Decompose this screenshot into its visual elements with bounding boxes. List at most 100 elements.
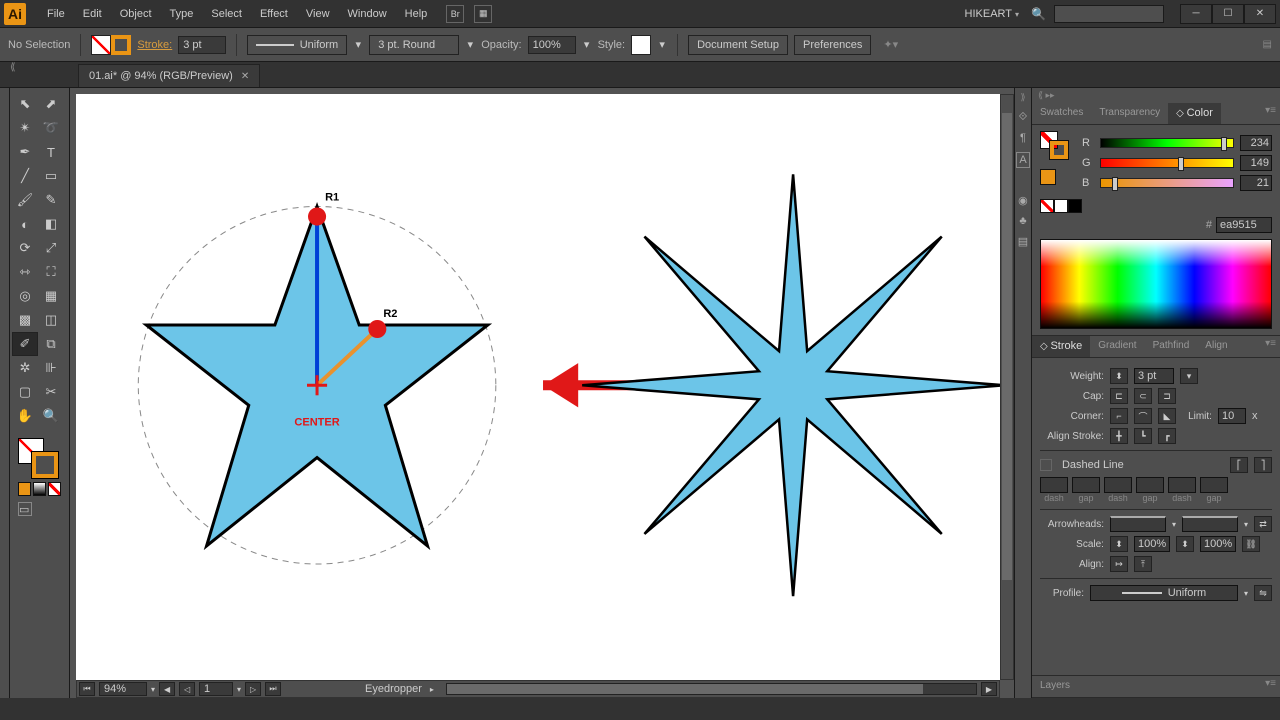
slice-tool[interactable]: ✂ bbox=[38, 380, 64, 404]
menu-type[interactable]: Type bbox=[161, 8, 203, 20]
dash3-input[interactable] bbox=[1168, 477, 1196, 493]
maximize-button[interactable]: ☐ bbox=[1212, 4, 1244, 24]
shape-builder-tool[interactable]: ◎ bbox=[12, 284, 38, 308]
menu-effect[interactable]: Effect bbox=[251, 8, 297, 20]
last-artboard-button[interactable]: ⏭ bbox=[265, 682, 281, 696]
hand-tool[interactable]: ✋ bbox=[12, 404, 38, 428]
link-scale-button[interactable]: ⛓ bbox=[1242, 536, 1260, 552]
menu-window[interactable]: Window bbox=[339, 8, 396, 20]
arrow-scale2-input[interactable] bbox=[1200, 536, 1236, 552]
selection-tool[interactable]: ⬉ bbox=[12, 92, 38, 116]
scale-tool[interactable]: ⤢ bbox=[38, 236, 64, 260]
magic-wand-tool[interactable]: ✴ bbox=[12, 116, 38, 140]
layers-tab[interactable]: Layers bbox=[1032, 676, 1078, 697]
eraser-tool[interactable]: ◧ bbox=[38, 212, 64, 236]
menu-view[interactable]: View bbox=[297, 8, 339, 20]
line-tool[interactable]: ╱ bbox=[12, 164, 38, 188]
zoom-field[interactable] bbox=[99, 682, 147, 696]
rectangle-tool[interactable]: ▭ bbox=[38, 164, 64, 188]
style-swatch[interactable] bbox=[631, 35, 651, 55]
left-dock-handle[interactable] bbox=[0, 88, 10, 698]
artboard-number-field[interactable] bbox=[199, 682, 233, 696]
paragraph-panel-icon[interactable]: ¶ bbox=[1020, 132, 1026, 144]
swap-arrows-button[interactable]: ⇄ bbox=[1254, 516, 1272, 532]
scroll-right-button[interactable]: ▶ bbox=[981, 682, 997, 696]
lasso-tool[interactable]: ➰ bbox=[38, 116, 64, 140]
paintbrush-tool[interactable]: 🖌 bbox=[12, 188, 38, 212]
zoom-tool[interactable]: 🔍 bbox=[38, 404, 64, 428]
dash-align-1[interactable]: ⎡ bbox=[1230, 457, 1248, 473]
next-artboard-button[interactable]: ▷ bbox=[245, 682, 261, 696]
panel-active-color[interactable] bbox=[1040, 169, 1056, 185]
pen-tool[interactable]: ✒ bbox=[12, 140, 38, 164]
menu-help[interactable]: Help bbox=[396, 8, 437, 20]
brush-select[interactable]: Uniform bbox=[247, 35, 347, 55]
menu-edit[interactable]: Edit bbox=[74, 8, 111, 20]
collapse-dock-icon[interactable]: ⟪ ▸▸ bbox=[1032, 88, 1280, 103]
pencil-tool[interactable]: ✎ bbox=[38, 188, 64, 212]
scale1-stepper[interactable]: ⬍ bbox=[1110, 536, 1128, 552]
stroke-weight-input[interactable] bbox=[178, 36, 226, 54]
g-slider[interactable] bbox=[1100, 158, 1234, 168]
color-panel-menu-icon[interactable]: ▾≡ bbox=[1261, 103, 1280, 124]
screen-mode-button[interactable]: ▭ bbox=[18, 502, 32, 516]
dashed-checkbox[interactable] bbox=[1040, 459, 1052, 471]
none-mode-button[interactable] bbox=[48, 482, 61, 496]
none-swatch[interactable] bbox=[1040, 199, 1054, 213]
width-profile-select[interactable]: 3 pt. Round bbox=[369, 35, 459, 55]
menu-object[interactable]: Object bbox=[111, 8, 161, 20]
user-menu[interactable]: HIKEART bbox=[965, 8, 1024, 20]
stroke-swatch[interactable] bbox=[32, 452, 58, 478]
gap2-input[interactable] bbox=[1136, 477, 1164, 493]
arrow-start-select[interactable] bbox=[1110, 516, 1166, 532]
cap-projecting-button[interactable]: ⊐ bbox=[1158, 388, 1176, 404]
stroke-panel-menu-icon[interactable]: ▾≡ bbox=[1261, 336, 1280, 357]
cap-butt-button[interactable]: ⊏ bbox=[1110, 388, 1128, 404]
arrow-end-select[interactable] bbox=[1182, 516, 1238, 532]
b-input[interactable] bbox=[1240, 175, 1272, 191]
artboard[interactable]: R1 R2 CENTER bbox=[76, 94, 1000, 680]
document-tab[interactable]: 01.ai* @ 94% (RGB/Preview) ✕ bbox=[78, 64, 260, 87]
layers-panel-icon[interactable]: ▤ bbox=[1018, 235, 1028, 248]
limit-input[interactable] bbox=[1218, 408, 1246, 424]
arrange-icon[interactable]: ▦ bbox=[474, 5, 492, 23]
expand-dock-icon[interactable]: ⟫ bbox=[1020, 92, 1025, 103]
color-mode-button[interactable] bbox=[18, 482, 31, 496]
flip-profile-button[interactable]: ⇋ bbox=[1254, 585, 1272, 601]
graphic-styles-panel-icon[interactable]: ♣ bbox=[1019, 215, 1026, 227]
weight-input[interactable] bbox=[1134, 368, 1174, 384]
controlbar-menu-icon[interactable]: ▤ bbox=[1263, 39, 1272, 50]
dash-align-2[interactable]: ⎤ bbox=[1254, 457, 1272, 473]
gradient-tool[interactable]: ◫ bbox=[38, 308, 64, 332]
pathfinder-tab[interactable]: Pathfind bbox=[1145, 336, 1198, 357]
first-artboard-button[interactable]: ⏮ bbox=[79, 682, 95, 696]
character-panel-icon[interactable]: ⟐ bbox=[1019, 111, 1028, 124]
r-input[interactable] bbox=[1240, 135, 1272, 151]
menu-file[interactable]: File bbox=[38, 8, 74, 20]
swatches-tab[interactable]: Swatches bbox=[1032, 103, 1091, 124]
free-transform-tool[interactable]: ⛶ bbox=[38, 260, 64, 284]
fill-stroke-swatch[interactable] bbox=[91, 35, 131, 55]
color-tab[interactable]: ◇ Color bbox=[1168, 103, 1221, 124]
arrow-align2-button[interactable]: ⤒ bbox=[1134, 556, 1152, 572]
corner-miter-button[interactable]: ⌐ bbox=[1110, 408, 1128, 424]
blend-tool[interactable]: ⧉ bbox=[38, 332, 64, 356]
close-button-window[interactable]: ✕ bbox=[1244, 4, 1276, 24]
cap-round-button[interactable]: ⊂ bbox=[1134, 388, 1152, 404]
b-slider[interactable] bbox=[1100, 178, 1234, 188]
transparency-tab[interactable]: Transparency bbox=[1091, 103, 1168, 124]
r-slider[interactable] bbox=[1100, 138, 1234, 148]
arrow-align1-button[interactable]: ↦ bbox=[1110, 556, 1128, 572]
prev-artboard-button[interactable]: ◀ bbox=[159, 682, 175, 696]
dash1-input[interactable] bbox=[1040, 477, 1068, 493]
weight-stepper[interactable]: ⬍ bbox=[1110, 368, 1128, 384]
menu-select[interactable]: Select bbox=[202, 8, 251, 20]
preferences-button[interactable]: Preferences bbox=[794, 35, 871, 55]
blob-brush-tool[interactable]: ◐ bbox=[12, 212, 38, 236]
glyphs-panel-icon[interactable]: A bbox=[1016, 152, 1029, 168]
close-tab-icon[interactable]: ✕ bbox=[241, 71, 249, 82]
arrow-scale1-input[interactable] bbox=[1134, 536, 1170, 552]
panel-stroke-swatch[interactable] bbox=[1050, 141, 1068, 159]
align-outside-button[interactable]: ┏ bbox=[1158, 428, 1176, 444]
gradient-tab[interactable]: Gradient bbox=[1090, 336, 1144, 357]
